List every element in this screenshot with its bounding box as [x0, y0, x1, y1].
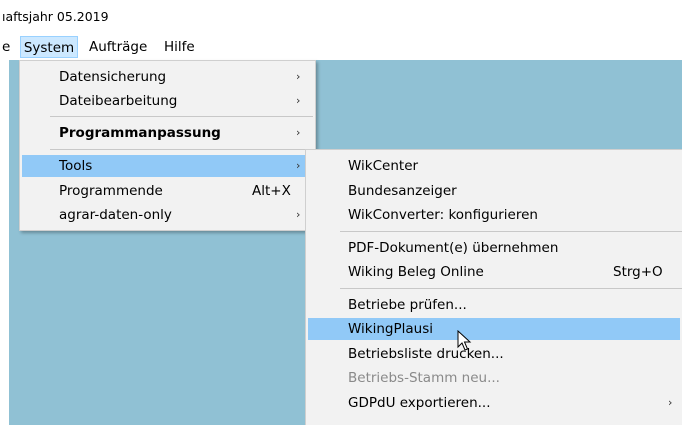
menu-item-bundesanzeiger[interactable]: Bundesanzeiger: [308, 180, 680, 202]
menu-item-betriebe-pruefen[interactable]: Betriebe prüfen...: [308, 294, 680, 316]
menu-item-label: PDF-Dokument(e) übernehmen: [348, 240, 559, 256]
submenu-arrow-icon: ›: [668, 396, 673, 409]
menubar-item-system[interactable]: System: [20, 36, 78, 58]
menubar-item-hilfe[interactable]: Hilfe: [164, 36, 195, 58]
menu-item-dateibearbeitung[interactable]: Dateibearbeitung ›: [22, 90, 313, 112]
submenu-arrow-icon: ›: [296, 94, 301, 107]
menubar-item-auftraege[interactable]: Aufträge: [89, 36, 147, 58]
menu-item-label: Betriebsliste drucken...: [348, 346, 504, 362]
menu-item-wikcenter[interactable]: WikCenter: [308, 155, 680, 177]
menu-item-datensicherung[interactable]: Datensicherung ›: [22, 66, 313, 88]
menu-item-wikingplausi[interactable]: WikingPlausi: [308, 318, 680, 340]
menu-item-label: Tools: [59, 158, 93, 174]
menu-item-shortcut: Alt+X: [252, 183, 291, 199]
menu-item-label: Programmanpassung: [59, 125, 221, 141]
menu-bar: e System Aufträge Hilfe: [0, 36, 682, 58]
menu-item-label: GDPdU exportieren...: [348, 395, 491, 411]
menu-item-programmanpassung[interactable]: Programmanpassung ›: [22, 122, 313, 144]
system-menu: Datensicherung › Dateibearbeitung › Prog…: [19, 60, 316, 231]
tools-submenu: WikCenter Bundesanzeiger WikConverter: k…: [305, 149, 682, 425]
submenu-arrow-icon: ›: [296, 208, 301, 221]
menu-item-wiking-beleg-online[interactable]: Wiking Beleg Online Strg+O: [308, 261, 680, 283]
menu-item-label: WikConverter: konfigurieren: [348, 207, 538, 223]
menu-item-pdf-dokument[interactable]: PDF-Dokument(e) übernehmen: [308, 237, 680, 259]
menu-item-betriebs-stamm-neu: Betriebs-Stamm neu...: [308, 367, 680, 389]
submenu-arrow-icon: ›: [296, 159, 301, 172]
menu-item-label: WikCenter: [348, 158, 419, 174]
submenu-arrow-icon: ›: [296, 70, 301, 83]
menu-separator: [340, 231, 682, 232]
window-title: ıaftsjahr 05.2019: [2, 9, 109, 24]
menu-item-gdpdu-exportieren[interactable]: GDPdU exportieren... ›: [308, 392, 680, 414]
menu-separator: [50, 116, 313, 117]
menu-item-programmende[interactable]: Programmende Alt+X: [22, 180, 313, 202]
menu-separator: [340, 288, 682, 289]
menu-item-agrar-daten-only[interactable]: agrar-daten-only ›: [22, 204, 313, 226]
menu-item-label: WikingPlausi: [348, 321, 434, 337]
menu-item-partial: [308, 418, 680, 440]
menu-item-label: Programmende: [59, 183, 163, 199]
menu-item-label: Betriebs-Stamm neu...: [348, 370, 500, 386]
menu-item-label: Betriebe prüfen...: [348, 297, 467, 313]
menu-item-wikconverter[interactable]: WikConverter: konfigurieren: [308, 204, 680, 226]
menu-item-label: Dateibearbeitung: [59, 93, 178, 109]
submenu-arrow-icon: ›: [296, 126, 301, 139]
menu-item-label: agrar-daten-only: [59, 207, 172, 223]
menu-item-label: Bundesanzeiger: [348, 183, 457, 199]
menu-item-tools[interactable]: Tools ›: [22, 155, 313, 177]
menu-item-label: Datensicherung: [59, 69, 167, 85]
mouse-pointer-icon: [457, 330, 472, 351]
menu-separator: [50, 149, 313, 150]
menubar-item-partial[interactable]: e: [0, 36, 12, 58]
menu-item-shortcut: Strg+O: [613, 264, 663, 280]
window-title-bar: ıaftsjahr 05.2019: [0, 0, 682, 30]
menu-item-betriebsliste-drucken[interactable]: Betriebsliste drucken...: [308, 343, 680, 365]
menu-item-label: Wiking Beleg Online: [348, 264, 484, 280]
